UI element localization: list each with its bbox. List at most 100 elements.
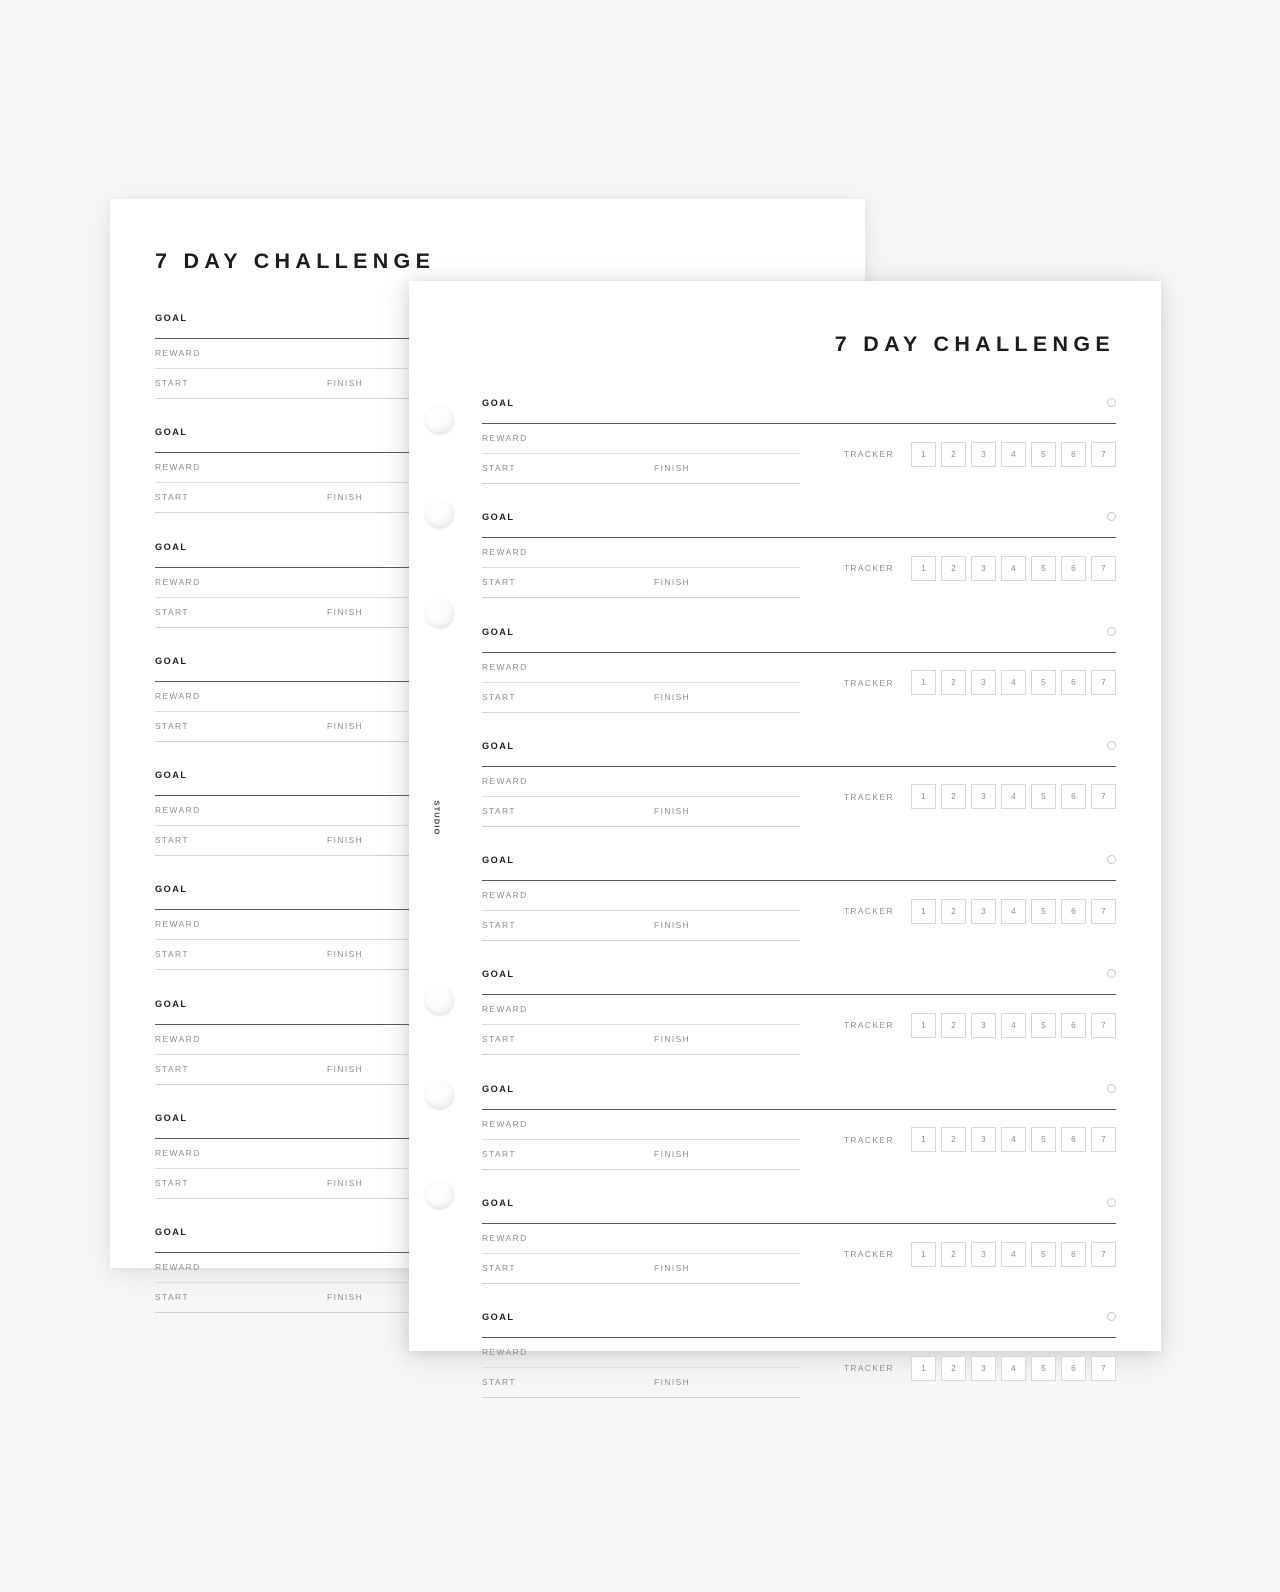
start-label: START [482,1034,516,1045]
start-finish-entry-row[interactable]: START FINISH [482,1025,800,1056]
tracker-day-box[interactable]: 7 [1091,898,1116,924]
reward-entry-row[interactable]: REWARD [482,881,800,912]
tracker-day-box[interactable]: 2 [941,555,966,581]
goal-complete-circle-icon[interactable] [1107,969,1116,979]
tracker-day-box[interactable]: 1 [911,1241,936,1267]
goal-entry-row[interactable]: GOAL [482,728,1116,767]
tracker-day-box[interactable]: 4 [1001,555,1026,581]
tracker-day-box[interactable]: 2 [941,441,966,467]
tracker-day-box[interactable]: 5 [1031,1127,1056,1153]
reward-entry-row[interactable]: REWARD [482,538,800,569]
tracker-day-box[interactable]: 3 [971,1012,996,1038]
tracker-day-box[interactable]: 4 [1001,1012,1026,1038]
tracker-day-box[interactable]: 6 [1061,441,1086,467]
tracker-day-box[interactable]: 5 [1031,1355,1056,1381]
tracker-day-box[interactable]: 6 [1061,1355,1086,1381]
tracker-day-box[interactable]: 4 [1001,784,1026,810]
goal-complete-circle-icon[interactable] [1107,512,1116,522]
tracker-day-box[interactable]: 6 [1061,1241,1086,1267]
reward-entry-row[interactable]: REWARD [482,1338,800,1369]
tracker-day-box[interactable]: 5 [1031,1012,1056,1038]
tracker-day-box[interactable]: 3 [971,1355,996,1381]
tracker-day-box[interactable]: 3 [971,784,996,810]
tracker-day-box[interactable]: 2 [941,1241,966,1267]
tracker-day-box[interactable]: 7 [1091,670,1116,696]
goal-entry-row[interactable]: GOAL [482,385,1116,424]
start-finish-entry-row[interactable]: START FINISH [482,911,800,942]
reward-entry-row[interactable]: REWARD [482,1110,800,1140]
start-finish-entry-row[interactable]: START FINISH [482,1368,800,1399]
start-finish-entry-row[interactable]: START FINISH [482,1254,800,1285]
tracker-day-box[interactable]: 7 [1091,1355,1116,1381]
tracker-day-box[interactable]: 3 [971,670,996,696]
tracker-day-box[interactable]: 3 [971,1241,996,1267]
goal-complete-circle-icon[interactable] [1107,398,1116,407]
goal-entry-row[interactable]: GOAL [482,1071,1116,1110]
goal-entry-row[interactable]: GOAL [482,956,1116,996]
tracker-day-box[interactable]: 4 [1001,898,1026,924]
tracker-day-box[interactable]: 1 [911,441,936,467]
goal-complete-circle-icon[interactable] [1107,855,1116,865]
tracker-day-box[interactable]: 1 [911,784,936,810]
goal-entry-row[interactable]: GOAL [482,614,1116,653]
goal-entry-row[interactable]: GOAL [482,1185,1116,1225]
start-finish-entry-row[interactable]: START FINISH [482,454,800,484]
tracker-day-box[interactable]: 3 [971,555,996,581]
tracker-day-box[interactable]: 1 [911,555,936,581]
tracker-day-box[interactable]: 2 [941,1012,966,1038]
tracker-day-box[interactable]: 1 [911,1012,936,1038]
goal-complete-circle-icon[interactable] [1107,1198,1116,1208]
tracker-day-box[interactable]: 1 [911,1127,936,1153]
reward-entry-row[interactable]: REWARD [482,1224,800,1255]
tracker-day-box[interactable]: 2 [941,898,966,924]
tracker-day-box[interactable]: 4 [1001,441,1026,467]
start-finish-entry-row[interactable]: START FINISH [482,568,800,599]
tracker-day-box[interactable]: 4 [1001,1127,1026,1153]
tracker-day-box[interactable]: 7 [1091,441,1116,467]
tracker-day-box[interactable]: 6 [1061,898,1086,924]
tracker-day-box[interactable]: 6 [1061,1012,1086,1038]
goal-entry-row[interactable]: GOAL [482,842,1116,882]
tracker-day-box[interactable]: 5 [1031,670,1056,696]
reward-entry-row[interactable]: REWARD [482,424,800,454]
tracker-day-box[interactable]: 7 [1091,1127,1116,1153]
tracker-day-box[interactable]: 5 [1031,898,1056,924]
goal-complete-circle-icon[interactable] [1107,740,1116,750]
tracker-day-box[interactable]: 3 [971,898,996,924]
reward-entry-row[interactable]: REWARD [482,653,800,683]
tracker-day-box[interactable]: 6 [1061,555,1086,581]
goal-entry-row[interactable]: GOAL [482,499,1116,539]
tracker-day-box[interactable]: 7 [1091,1241,1116,1267]
tracker-day-box[interactable]: 3 [971,441,996,467]
start-finish-entry-row[interactable]: START FINISH [482,1140,800,1170]
tracker-day-box[interactable]: 3 [971,1127,996,1153]
start-finish-entry-row[interactable]: START FINISH [482,797,800,827]
goal-entry-row[interactable]: GOAL [482,1299,1116,1339]
tracker-day-box[interactable]: 7 [1091,1012,1116,1038]
tracker-day-box[interactable]: 6 [1061,784,1086,810]
tracker-day-box[interactable]: 1 [911,898,936,924]
tracker-day-box[interactable]: 2 [941,1355,966,1381]
tracker-day-box[interactable]: 6 [1061,1127,1086,1153]
tracker-day-box[interactable]: 1 [911,670,936,696]
goal-complete-circle-icon[interactable] [1107,1083,1116,1093]
tracker-day-box[interactable]: 7 [1091,784,1116,810]
goal-complete-circle-icon[interactable] [1107,1312,1116,1322]
tracker-day-box[interactable]: 5 [1031,441,1056,467]
goal-complete-circle-icon[interactable] [1107,626,1116,636]
tracker-day-box[interactable]: 6 [1061,670,1086,696]
tracker-day-box[interactable]: 5 [1031,784,1056,810]
tracker-day-box[interactable]: 7 [1091,555,1116,581]
reward-entry-row[interactable]: REWARD [482,767,800,797]
start-finish-entry-row[interactable]: START FINISH [482,683,800,713]
tracker-day-box[interactable]: 5 [1031,1241,1056,1267]
tracker-day-box[interactable]: 1 [911,1355,936,1381]
tracker-day-box[interactable]: 4 [1001,670,1026,696]
reward-entry-row[interactable]: REWARD [482,995,800,1026]
tracker-day-box[interactable]: 2 [941,670,966,696]
tracker-day-box[interactable]: 4 [1001,1355,1026,1381]
tracker-day-box[interactable]: 4 [1001,1241,1026,1267]
tracker-day-box[interactable]: 2 [941,1127,966,1153]
tracker-day-box[interactable]: 2 [941,784,966,810]
tracker-day-box[interactable]: 5 [1031,555,1056,581]
